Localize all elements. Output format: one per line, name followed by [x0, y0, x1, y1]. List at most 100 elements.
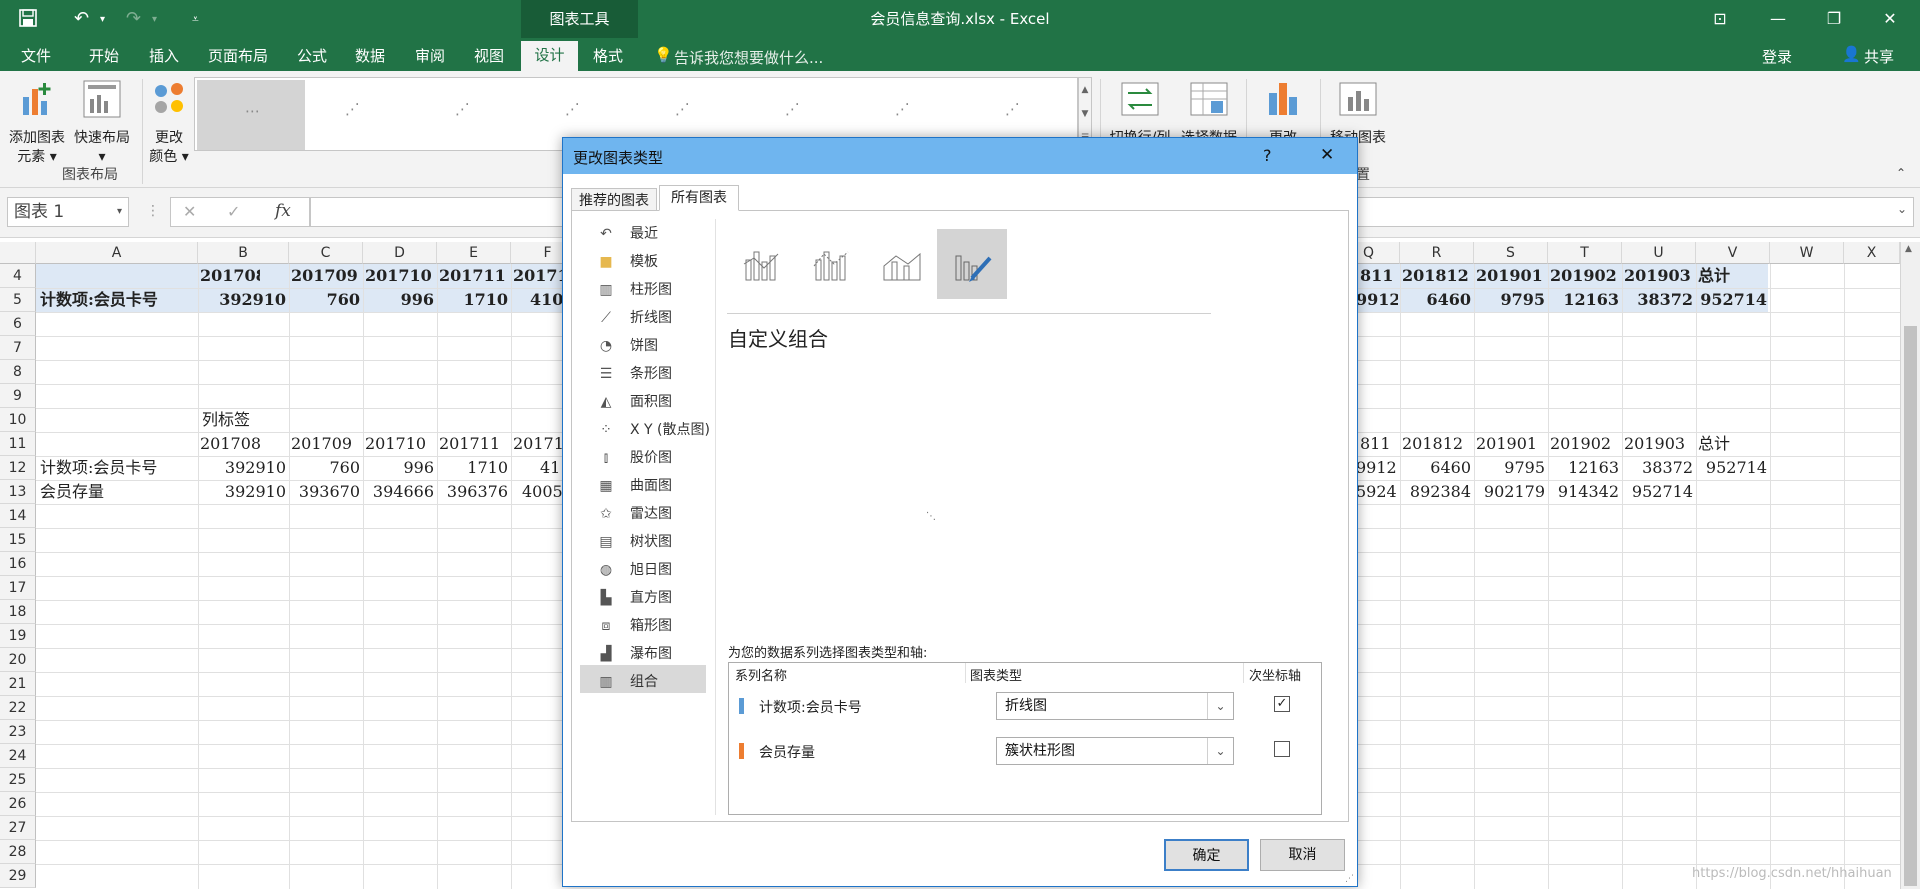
row-header[interactable]: 9: [0, 384, 36, 408]
cell-D11[interactable]: 201710: [365, 432, 435, 456]
tab-data[interactable]: 数据: [348, 44, 392, 71]
cell-C4[interactable]: 201709: [291, 264, 361, 288]
cell-C5[interactable]: 760: [291, 288, 360, 312]
row-header[interactable]: 25: [0, 768, 36, 792]
combo-subtype-custom[interactable]: [937, 229, 1007, 299]
name-box-dropdown-icon[interactable]: ▾: [117, 198, 122, 226]
cell-V12[interactable]: 952714: [1698, 456, 1767, 480]
chart-style-8[interactable]: ⋰: [1005, 100, 1020, 118]
chart-type-treemap[interactable]: ▤ 树状图: [592, 529, 717, 555]
customize-qat-icon[interactable]: ⩡: [192, 12, 199, 27]
scroll-up-icon[interactable]: ▲: [1905, 244, 1912, 254]
secondary-axis-checkbox[interactable]: [1274, 741, 1290, 757]
cell-Q4[interactable]: 811: [1360, 264, 1398, 288]
select-all-corner[interactable]: [0, 242, 36, 264]
ribbon-display-icon[interactable]: ⊡: [1700, 6, 1740, 32]
row-header[interactable]: 14: [0, 504, 36, 528]
help-icon[interactable]: ?: [1263, 146, 1272, 165]
cell-Q5[interactable]: 9912: [1356, 288, 1398, 312]
column-header[interactable]: W: [1770, 242, 1844, 264]
row-header[interactable]: 13: [0, 480, 36, 504]
cell-T11[interactable]: 201902: [1550, 432, 1620, 456]
cell-R12[interactable]: 6460: [1402, 456, 1471, 480]
cell-D4[interactable]: 201710: [365, 264, 435, 288]
cell-R5[interactable]: 6460: [1402, 288, 1471, 312]
cell-C12[interactable]: 760: [291, 456, 360, 480]
tab-view[interactable]: 视图: [467, 44, 511, 71]
cell-S4[interactable]: 201901: [1476, 264, 1546, 288]
row-header[interactable]: 18: [0, 600, 36, 624]
cell-F12[interactable]: 41: [540, 456, 562, 480]
tab-page-layout[interactable]: 页面布局: [202, 44, 274, 71]
row-header[interactable]: 21: [0, 672, 36, 696]
tab-all-charts[interactable]: 所有图表: [659, 185, 739, 211]
chart-type-sunburst[interactable]: ◍ 旭日图: [592, 557, 717, 583]
save-icon[interactable]: [18, 8, 38, 33]
cell-D12[interactable]: 996: [365, 456, 434, 480]
cell-S5[interactable]: 9795: [1476, 288, 1545, 312]
cell-B4[interactable]: 201708: [200, 264, 260, 288]
cell-U5[interactable]: 38372: [1624, 288, 1693, 312]
column-header[interactable]: C: [289, 242, 363, 264]
cell-E12[interactable]: 1710: [439, 456, 508, 480]
expand-formula-icon[interactable]: ⌄: [1897, 202, 1907, 216]
cell-F11[interactable]: 201712: [513, 432, 563, 456]
cell-V4[interactable]: 总计: [1698, 264, 1768, 288]
cell-B11[interactable]: 201708: [200, 432, 286, 456]
cell-R11[interactable]: 201812: [1402, 432, 1472, 456]
chart-type-waterfall[interactable]: ▟ 瀑布图: [592, 641, 717, 667]
cell-U11[interactable]: 201903: [1624, 432, 1694, 456]
row-header[interactable]: 4: [0, 264, 36, 288]
column-header[interactable]: D: [363, 242, 437, 264]
resize-grip-icon[interactable]: ⋰: [1345, 874, 1354, 884]
login-link[interactable]: 登录: [1762, 46, 1792, 67]
row-header[interactable]: 26: [0, 792, 36, 816]
cell-C11[interactable]: 201709: [291, 432, 361, 456]
column-header[interactable]: B: [198, 242, 289, 264]
chart-type-histogram[interactable]: ▙ 直方图: [592, 585, 717, 611]
row-header[interactable]: 19: [0, 624, 36, 648]
column-header[interactable]: A: [36, 242, 198, 264]
chart-type-templates[interactable]: ■ 模板: [592, 249, 717, 275]
cell-A13[interactable]: 会员存量: [40, 480, 196, 504]
cell-R13[interactable]: 892384: [1402, 480, 1471, 504]
chart-type-surface[interactable]: ▦ 曲面图: [592, 473, 717, 499]
row-header[interactable]: 23: [0, 720, 36, 744]
tab-insert[interactable]: 插入: [142, 44, 186, 71]
tab-design[interactable]: 设计: [521, 41, 578, 71]
row-header[interactable]: 27: [0, 816, 36, 840]
tab-file[interactable]: 文件: [10, 44, 62, 71]
cell-F13[interactable]: 4005: [522, 480, 562, 504]
quick-layout-button[interactable]: 快速布局 ▾: [70, 79, 134, 167]
chart-style-5[interactable]: ⋰: [675, 100, 690, 118]
cell-E13[interactable]: 396376: [439, 480, 508, 504]
cell-D5[interactable]: 996: [365, 288, 434, 312]
cell-U4[interactable]: 201903: [1624, 264, 1694, 288]
redo-dropdown-icon[interactable]: ▾: [152, 14, 157, 25]
series-chart-type-select[interactable]: 簇状柱形图 ⌄: [996, 737, 1234, 765]
restore-icon[interactable]: ❐: [1814, 6, 1854, 32]
chart-style-1[interactable]: ⋯: [197, 80, 305, 150]
cell-T5[interactable]: 12163: [1550, 288, 1619, 312]
column-header[interactable]: U: [1622, 242, 1696, 264]
cell-T4[interactable]: 201902: [1550, 264, 1620, 288]
cancel-button[interactable]: 取消: [1260, 839, 1345, 871]
row-header[interactable]: 7: [0, 336, 36, 360]
row-header[interactable]: 28: [0, 840, 36, 864]
cell-Q12[interactable]: 9912: [1356, 456, 1398, 480]
column-header[interactable]: X: [1844, 242, 1900, 264]
cell-S11[interactable]: 201901: [1476, 432, 1546, 456]
tab-home[interactable]: 开始: [82, 44, 126, 71]
row-header[interactable]: 12: [0, 456, 36, 480]
collapse-ribbon-icon[interactable]: ⌃: [1896, 166, 1906, 180]
cell-T13[interactable]: 914342: [1550, 480, 1619, 504]
series-chart-type-select[interactable]: 折线图 ⌄: [996, 692, 1234, 720]
cell-A5[interactable]: 计数项:会员卡号: [40, 288, 196, 312]
chart-type-column[interactable]: ▥ 柱形图: [592, 277, 717, 303]
chart-style-3[interactable]: ⋰: [455, 100, 470, 118]
tell-me-box[interactable]: 告诉我您想要做什么...: [674, 47, 823, 68]
cancel-icon[interactable]: ✕: [183, 202, 196, 221]
cell-U13[interactable]: 952714: [1624, 480, 1693, 504]
cell-Q11[interactable]: 811: [1360, 432, 1398, 456]
column-header[interactable]: S: [1474, 242, 1548, 264]
